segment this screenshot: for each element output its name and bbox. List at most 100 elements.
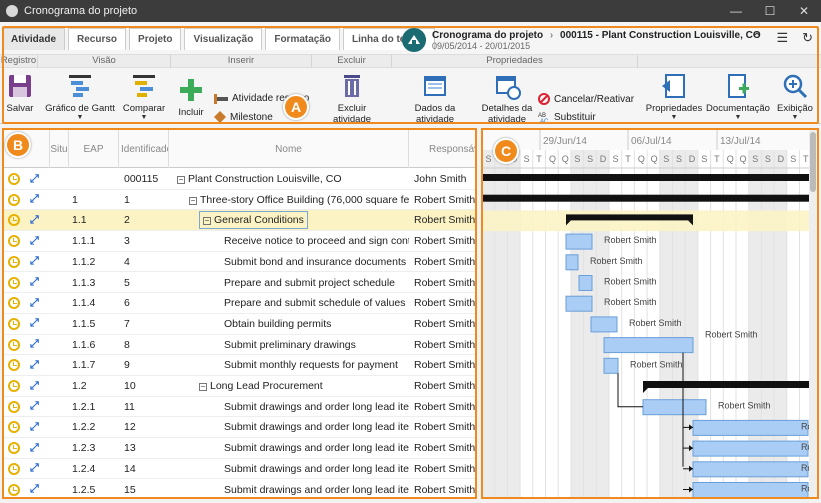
header-id[interactable]: Identificador (119, 130, 169, 168)
header-status[interactable]: Situ (50, 130, 69, 168)
breadcrumb-root[interactable]: Cronograma do projeto (432, 30, 543, 41)
collapse-ribbon-icon[interactable]: ⌃ (752, 30, 763, 46)
cell-owner: Robert Smith (414, 297, 476, 310)
dependency-icon[interactable]: ⤢ (30, 293, 46, 313)
tab-recurso[interactable]: Recurso (68, 28, 127, 50)
header-wbs[interactable]: EAP (69, 130, 119, 168)
clock-icon (8, 169, 24, 189)
table-row[interactable]: ⤢ 1.2.1 11 Submit drawings and order long l… (4, 397, 475, 418)
dependency-icon[interactable]: ⤢ (30, 459, 46, 479)
cell-name[interactable]: Submit drawings and order long lead item… (224, 417, 409, 437)
table-row[interactable]: ⤢ 1.1.6 8 Submit preliminary drawings Robert… (4, 335, 475, 356)
table-row[interactable]: ⤢ 1.2.3 13 Submit drawings and order long l… (4, 438, 475, 459)
cell-name[interactable]: Submit drawings and order long lead item… (224, 438, 409, 458)
cell-name[interactable]: Submit monthly requests for payment (224, 355, 409, 375)
day-label: S (765, 154, 771, 164)
activity-details-button[interactable]: Detalhes da atividade (480, 72, 534, 125)
table-row[interactable]: ⤢ 1.1.7 9 Submit monthly requests for payme… (4, 355, 475, 376)
dependency-icon[interactable]: ⤢ (30, 397, 46, 417)
dependency-icon[interactable]: ⤢ (30, 417, 46, 437)
gantt-chart: 29/Jun/1406/Jul/1413/Jul/14SSDSTQQSSDSTQ… (481, 128, 819, 499)
header-owner[interactable]: Responsável (409, 130, 475, 168)
cell-name[interactable]: − General Conditions (199, 210, 409, 230)
dependency-icon[interactable]: ⤢ (30, 314, 46, 334)
table-row[interactable]: ⤢ 1.2.2 12 Submit drawings and order long l… (4, 417, 475, 439)
table-row[interactable]: ⤢ 1.2.5 15 Submit drawings and order long l… (4, 480, 475, 498)
dependency-icon[interactable]: ⤢ (30, 252, 46, 272)
week-label: 29/Jun/14 (543, 136, 587, 147)
dependency-icon[interactable]: ⤢ (30, 190, 46, 210)
cell-name[interactable]: Receive notice to proceed and sign contr… (224, 231, 409, 251)
replace-button[interactable]: AB AC Substituir (538, 111, 596, 124)
cell-name[interactable]: − Plant Construction Louisville, CO (177, 169, 409, 189)
cancel-reactivate-button[interactable]: Cancelar/Reativar (538, 93, 634, 105)
dependency-icon[interactable]: ⤢ (30, 438, 46, 458)
refresh-icon[interactable]: ↻ (802, 30, 813, 46)
gantt-chart-button[interactable]: Gráfico de Gantt ▼ (45, 72, 115, 121)
cell-name[interactable]: Prepare and submit schedule of values (224, 293, 409, 313)
task-bar (692, 461, 809, 478)
cell-name[interactable]: Submit drawings and order long lead item… (224, 459, 409, 479)
tab-atividade[interactable]: Atividade (2, 28, 66, 50)
cell-name[interactable]: Submit drawings and order long lead item… (224, 480, 409, 498)
minimize-icon[interactable]: — (719, 0, 753, 22)
table-row[interactable]: ⤢ 1.1 2 − General Conditions Robert Smith (4, 210, 475, 232)
collapse-toggle-icon[interactable]: − (189, 196, 197, 205)
row-name-text: Long Lead Procurement (210, 380, 323, 392)
dependency-icon[interactable]: ⤢ (30, 169, 46, 189)
tab-formatacao[interactable]: Formatação (265, 28, 341, 50)
table-row[interactable]: ⤢ 1.1.2 4 Submit bond and insurance documen… (4, 252, 475, 273)
view-button[interactable]: Exibição ▼ (774, 72, 816, 121)
dependency-icon[interactable]: ⤢ (30, 376, 46, 396)
cell-name[interactable]: Submit preliminary drawings (224, 335, 409, 355)
dependency-icon[interactable]: ⤢ (30, 355, 46, 375)
shuffle-icon: ⤢ (30, 462, 39, 475)
table-row[interactable]: ⤢ 1.1.5 7 Obtain building permits Robert Smi… (4, 314, 475, 335)
collapse-toggle-icon[interactable]: − (177, 176, 185, 184)
dependency-icon[interactable]: ⤢ (30, 210, 46, 230)
save-button[interactable]: Salvar (4, 72, 36, 114)
table-row[interactable]: ⤢ 1.1.3 5 Prepare and submit project schedu… (4, 273, 475, 294)
table-row[interactable]: ⤢ 1.2 10 − Long Lead Procurement Robert Smith (4, 376, 475, 397)
header-name[interactable]: Nome (169, 130, 409, 168)
row-name-text: Plant Construction Louisville, CO (188, 173, 342, 185)
documentation-button[interactable]: Documentação ▼ (706, 72, 770, 121)
cell-name[interactable]: Obtain building permits (224, 314, 409, 334)
tab-projeto[interactable]: Projeto (129, 28, 182, 50)
menu-list-icon[interactable]: ☰ (776, 30, 788, 46)
cell-name[interactable]: Submit drawings and order long lead item… (224, 397, 409, 417)
table-row[interactable]: ⤢ 1 1 − Three-story Office Building (76,000 … (4, 190, 475, 211)
gantt-scrollbar[interactable] (809, 130, 817, 497)
cell-name[interactable]: − Three-story Office Building (76,000 squ… (189, 190, 409, 210)
cell-name[interactable]: Submit bond and insurance documents (224, 252, 409, 272)
scroll-thumb[interactable] (810, 132, 816, 192)
delete-activity-button[interactable]: Excluir atividade (318, 72, 386, 125)
clock-icon (8, 438, 24, 458)
tab-visualizacao[interactable]: Visualização (184, 28, 263, 50)
collapse-toggle-icon[interactable]: − (199, 383, 207, 391)
group-inserir: Inserir (171, 55, 312, 67)
dependency-icon[interactable]: ⤢ (30, 231, 46, 251)
document-add-icon (728, 74, 749, 98)
dependency-icon[interactable]: ⤢ (30, 273, 46, 293)
table-row[interactable]: ⤢ 000115 − Plant Construction Louisville, C… (4, 169, 475, 190)
include-button[interactable]: Incluir (176, 76, 206, 118)
activity-data-button[interactable]: Dados da atividade (396, 72, 474, 125)
dependency-icon[interactable]: ⤢ (30, 335, 46, 355)
cell-name[interactable]: Prepare and submit project schedule (224, 273, 409, 293)
compare-button[interactable]: Comparar ▼ (120, 72, 168, 121)
close-icon[interactable]: ✕ (787, 0, 821, 22)
maximize-icon[interactable]: ☐ (753, 0, 787, 22)
table-row[interactable]: ⤢ 1.1.4 6 Prepare and submit schedule of va… (4, 293, 476, 314)
window-controls: — ☐ ✕ (719, 0, 821, 22)
table-row[interactable]: ⤢ 1.2.4 14 Submit drawings and order long l… (4, 459, 475, 480)
collapse-toggle-icon[interactable]: − (203, 217, 211, 226)
milestone-button[interactable]: Milestone (214, 111, 273, 123)
properties-button[interactable]: Propriedades ▼ (645, 72, 703, 121)
table-row[interactable]: ⤢ 1.1.1 3 Receive notice to proceed and sig… (4, 231, 475, 252)
cell-name[interactable]: − Long Lead Procurement (199, 376, 409, 396)
task-bar (603, 357, 619, 374)
breadcrumb-separator: › (549, 29, 554, 41)
dependency-icon[interactable]: ⤢ (30, 480, 46, 498)
row-name-text: Submit drawings and order long lead item… (224, 400, 409, 413)
